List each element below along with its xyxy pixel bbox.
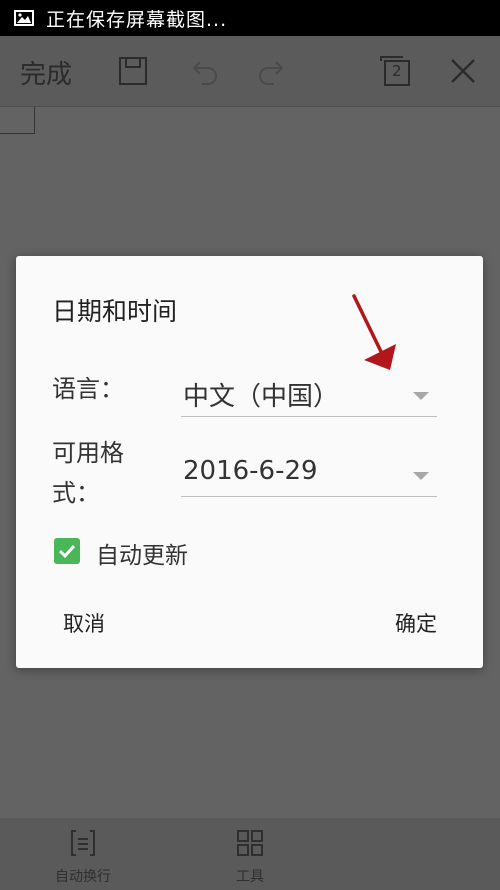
wrap-icon (68, 830, 98, 862)
close-icon[interactable] (444, 52, 482, 90)
date-time-dialog: 日期和时间 语言： 中文（中国） 可用格 式： 2016-6-29 自动更新 取… (16, 256, 483, 668)
cancel-button[interactable]: 取消 (63, 608, 105, 638)
format-label-line1: 可用格 (52, 439, 124, 467)
annotation-arrow-icon (352, 294, 396, 370)
check-icon (58, 544, 76, 559)
format-select[interactable]: 2016-6-29 (181, 450, 437, 497)
done-button[interactable]: 完成 (20, 54, 72, 91)
auto-update-checkbox[interactable] (54, 538, 80, 564)
language-value: 中文（中国） (183, 382, 340, 412)
dropdown-caret-icon (413, 392, 429, 400)
ok-button[interactable]: 确定 (395, 608, 437, 638)
undo-icon[interactable] (184, 52, 222, 90)
format-label-line2: 式： (52, 479, 100, 507)
toolbar: 完成 2 (0, 36, 500, 107)
bottom-item-wrap[interactable]: 自动换行 (33, 828, 133, 886)
grid-icon (235, 830, 265, 862)
dialog-title: 日期和时间 (52, 297, 178, 326)
image-icon (14, 10, 34, 26)
bottom-item-label: 自动换行 (55, 869, 111, 885)
language-label: 语言： (52, 375, 124, 403)
redo-icon[interactable] (254, 52, 292, 90)
status-bar: 正在保存屏幕截图... (0, 0, 500, 36)
page-corner-mark (0, 107, 35, 134)
bottom-bar: 自动换行 工具 (0, 818, 500, 890)
bottom-item-tools[interactable]: 工具 (200, 828, 300, 886)
bottom-item-label: 工具 (236, 869, 264, 885)
auto-update-label[interactable]: 自动更新 (96, 536, 188, 570)
page-count: 2 (392, 62, 402, 80)
save-icon[interactable] (114, 52, 152, 90)
format-value: 2016-6-29 (183, 456, 318, 486)
status-text: 正在保存屏幕截图... (46, 8, 228, 31)
dropdown-caret-icon (413, 472, 429, 480)
